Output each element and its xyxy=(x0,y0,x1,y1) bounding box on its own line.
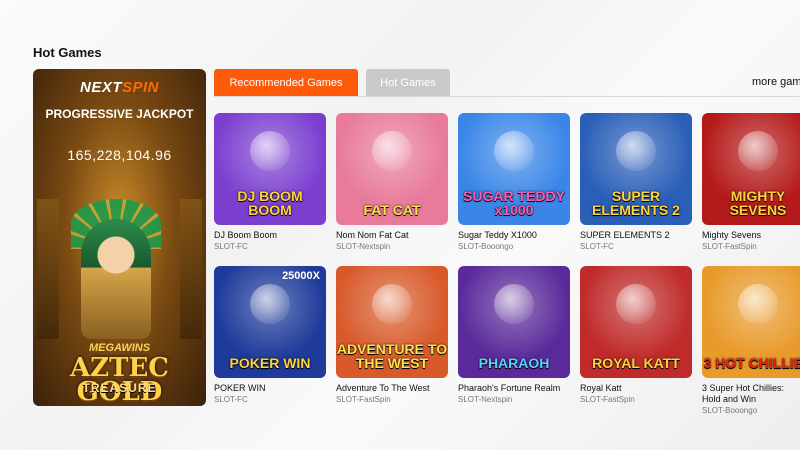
game-title[interactable]: Nom Nom Fat Cat xyxy=(336,230,448,241)
game-character-icon xyxy=(738,284,778,324)
game-provider: SLOT-FC xyxy=(580,242,614,251)
game-thumbnail[interactable]: DJ BOOM BOOM xyxy=(214,113,326,225)
game-card[interactable]: MIGHTY SEVENS Mighty Sevens SLOT-FastSpin xyxy=(702,113,800,252)
game-thumbnail[interactable]: SUGAR TEDDY x1000 xyxy=(458,113,570,225)
jackpot-title: PROGRESSIVE JACKPOT xyxy=(45,107,194,121)
game-provider: SLOT-Nextspin xyxy=(336,242,391,251)
game-multiplier-badge: 25000X xyxy=(282,270,320,282)
game-logo-text: MIGHTY SEVENS xyxy=(729,188,787,218)
promo-logo-main: AZTEC GOLD xyxy=(69,353,169,406)
game-card[interactable]: PHARAOH Pharaoh's Fortune Realm SLOT-Nexts… xyxy=(458,266,570,405)
game-character-icon xyxy=(494,131,534,171)
game-character-icon xyxy=(616,131,656,171)
tabs-divider xyxy=(214,96,800,97)
game-title[interactable]: 3 Super Hot Chillies: Hold and Win xyxy=(702,383,800,405)
tab-recommended-games[interactable]: Recommended Games xyxy=(214,69,358,96)
section-title: Hot Games xyxy=(33,45,102,60)
aztec-queen-illustration xyxy=(81,219,151,339)
game-thumbnail[interactable]: 25000X POKER WIN xyxy=(214,266,326,378)
game-provider: SLOT-Booongo xyxy=(702,406,758,415)
game-thumbnail[interactable]: ROYAL KATT xyxy=(580,266,692,378)
game-logo-text: ADVENTURE TO THE WEST xyxy=(336,341,448,371)
game-logo-text: 3 HOT CHILLIES xyxy=(703,355,800,371)
game-title[interactable]: Adventure To The West xyxy=(336,383,448,394)
game-provider: SLOT-Nextspin xyxy=(458,395,513,404)
game-provider: SLOT-FC xyxy=(214,242,248,251)
game-card[interactable]: 25000X POKER WIN POKER WIN SLOT-FC xyxy=(214,266,326,405)
game-logo-text: SUPER ELEMENTS 2 xyxy=(592,188,680,218)
game-thumbnail[interactable]: SUPER ELEMENTS 2 xyxy=(580,113,692,225)
game-character-icon xyxy=(250,284,290,324)
tab-hot-games[interactable]: Hot Games xyxy=(366,69,450,96)
game-thumbnail[interactable]: PHARAOH xyxy=(458,266,570,378)
game-title[interactable]: Sugar Teddy X1000 xyxy=(458,230,570,241)
game-logo-text: SUGAR TEDDY x1000 xyxy=(463,188,565,218)
game-logo-text: PHARAOH xyxy=(478,355,550,371)
game-title[interactable]: Royal Katt xyxy=(580,383,692,394)
game-character-icon xyxy=(372,131,412,171)
jackpot-value: 165,228,104.96 xyxy=(67,147,172,163)
game-logo-text: POKER WIN xyxy=(229,355,311,371)
game-provider: SLOT-FastSpin xyxy=(702,242,757,251)
game-card[interactable]: 3 HOT CHILLIES 3 Super Hot Chillies: Hold… xyxy=(702,266,800,416)
game-logo-text: DJ BOOM BOOM xyxy=(237,188,303,218)
game-character-icon xyxy=(372,284,412,324)
game-thumbnail[interactable]: ADVENTURE TO THE WEST xyxy=(336,266,448,378)
game-card[interactable]: FAT CAT Nom Nom Fat Cat SLOT-Nextspin xyxy=(336,113,448,252)
game-logo-text: ROYAL KATT xyxy=(592,355,680,371)
game-provider: SLOT-FC xyxy=(214,395,248,404)
game-card[interactable]: ADVENTURE TO THE WEST Adventure To The We… xyxy=(336,266,448,405)
game-provider: SLOT-FastSpin xyxy=(336,395,391,404)
game-card[interactable]: SUGAR TEDDY x1000 Sugar Teddy X1000 SLOT-B… xyxy=(458,113,570,252)
game-title[interactable]: Mighty Sevens xyxy=(702,230,800,241)
game-card[interactable]: DJ BOOM BOOM DJ Boom Boom SLOT-FC xyxy=(214,113,326,252)
game-provider: SLOT-Booongo xyxy=(458,242,514,251)
more-games-link[interactable]: more gam xyxy=(752,76,800,88)
game-title[interactable]: POKER WIN xyxy=(214,383,326,394)
game-character-icon xyxy=(494,284,534,324)
game-card[interactable]: SUPER ELEMENTS 2 SUPER ELEMENTS 2 SLOT-FC xyxy=(580,113,692,252)
game-thumbnail[interactable]: 3 HOT CHILLIES xyxy=(702,266,800,378)
game-card[interactable]: ROYAL KATT Royal Katt SLOT-FastSpin xyxy=(580,266,692,405)
game-character-icon xyxy=(616,284,656,324)
game-thumbnail[interactable]: MIGHTY SEVENS xyxy=(702,113,800,225)
game-logo-text: FAT CAT xyxy=(363,202,421,218)
game-title[interactable]: DJ Boom Boom xyxy=(214,230,326,241)
temple-pillar-right xyxy=(180,199,202,339)
temple-pillar-left xyxy=(37,199,59,339)
game-character-icon xyxy=(738,131,778,171)
promo-banner-aztec-gold[interactable]: NEXTSPIN PROGRESSIVE JACKPOT 165,228,104… xyxy=(33,69,206,406)
game-title[interactable]: SUPER ELEMENTS 2 xyxy=(580,230,692,241)
promo-logo-sub: TREASURE xyxy=(82,381,157,395)
game-character-icon xyxy=(250,131,290,171)
game-title[interactable]: Pharaoh's Fortune Realm xyxy=(458,383,570,394)
nextspin-logo: NEXTSPIN xyxy=(79,79,160,96)
game-provider: SLOT-FastSpin xyxy=(580,395,635,404)
game-thumbnail[interactable]: FAT CAT xyxy=(336,113,448,225)
